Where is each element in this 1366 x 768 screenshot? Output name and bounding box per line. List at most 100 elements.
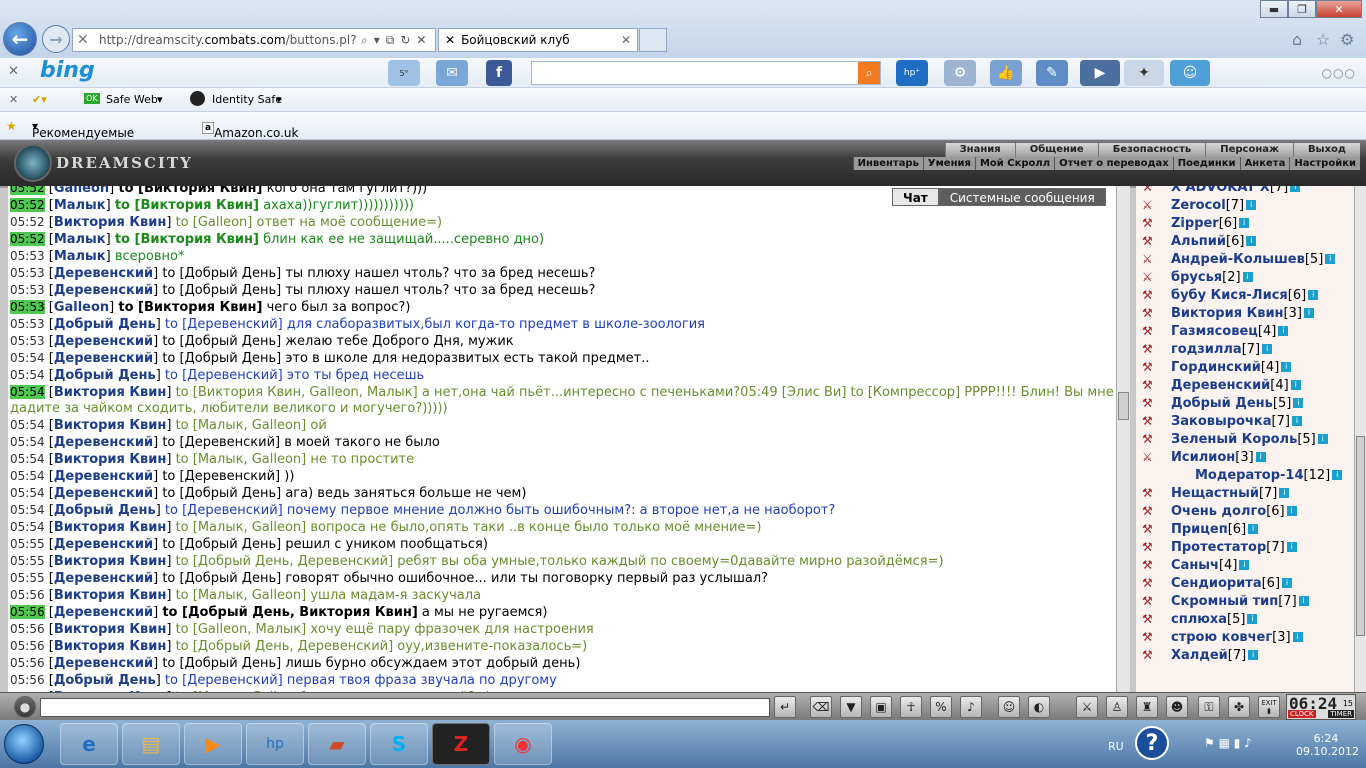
message-recipient[interactable]: to [Galleon, Малык] bbox=[176, 622, 307, 637]
user-name[interactable]: Андрей-Колышев bbox=[1171, 252, 1305, 267]
user-info-icon[interactable]: i bbox=[1308, 290, 1319, 300]
forward-button[interactable]: → bbox=[42, 25, 70, 53]
user-info-icon[interactable]: i bbox=[1291, 416, 1302, 426]
menu-knowledge[interactable]: Знания bbox=[944, 143, 1015, 157]
message-timestamp[interactable]: 05:56 bbox=[10, 673, 45, 687]
user-name[interactable]: Гординский bbox=[1171, 360, 1261, 375]
filter-icon[interactable]: ▼ bbox=[840, 696, 862, 718]
user-info-icon[interactable]: i bbox=[1282, 578, 1293, 588]
identity-safe-menu[interactable]: Identity Safe bbox=[212, 93, 282, 106]
user-name[interactable]: годзилла bbox=[1171, 342, 1242, 357]
user-name[interactable]: Халдей bbox=[1171, 648, 1228, 663]
menu-skills[interactable]: Умения bbox=[922, 157, 975, 170]
user-info-icon[interactable]: i bbox=[1279, 488, 1290, 498]
user-name[interactable]: Исилион bbox=[1171, 450, 1235, 465]
message-author[interactable]: Виктория Квин bbox=[54, 452, 167, 467]
message-author[interactable]: Деревенский bbox=[54, 605, 153, 620]
message-timestamp[interactable]: 05:54 bbox=[10, 503, 45, 517]
tray-icons[interactable]: ⚑ ▦ ▮ ♪ bbox=[1204, 736, 1252, 750]
message-timestamp[interactable]: 05:56 bbox=[10, 622, 45, 636]
clock-label[interactable]: CLOCK bbox=[1288, 710, 1316, 718]
message-recipient[interactable]: to [Добрый День] bbox=[162, 283, 281, 298]
message-author[interactable]: Виктория Квин bbox=[54, 554, 167, 569]
message-author[interactable]: Малык bbox=[54, 232, 106, 247]
message-author[interactable]: Малык bbox=[54, 198, 106, 213]
chat-icon[interactable]: ✎ bbox=[1036, 60, 1068, 86]
favorites-star-icon[interactable]: ★ bbox=[6, 119, 17, 133]
message-timestamp[interactable]: 05:54 bbox=[10, 351, 45, 365]
group-icon[interactable]: ✤ bbox=[1228, 696, 1250, 718]
message-timestamp[interactable]: 05:56 bbox=[10, 588, 45, 602]
hp-icon[interactable]: hp⁺ bbox=[896, 60, 928, 86]
message-timestamp[interactable]: 05:53 bbox=[10, 249, 45, 263]
message-timestamp[interactable]: 05:54 bbox=[10, 418, 45, 432]
message-recipient[interactable]: to [Деревенский] bbox=[162, 435, 280, 450]
amazon-link[interactable]: a Amazon.co.uk – Online S... bbox=[202, 119, 299, 154]
message-timestamp[interactable]: 05:53 bbox=[10, 300, 45, 314]
user-name[interactable]: Протестатор bbox=[1171, 540, 1266, 555]
hp-taskbar-icon[interactable]: hp bbox=[246, 723, 304, 765]
user-info-icon[interactable]: i bbox=[1242, 272, 1253, 282]
games-icon[interactable]: ⚙ bbox=[944, 60, 976, 86]
menu-profile[interactable]: Анкета bbox=[1239, 157, 1290, 170]
user-name[interactable]: Заковырочка bbox=[1171, 414, 1272, 429]
send-icon[interactable]: ↵ bbox=[774, 696, 796, 718]
user-info-icon[interactable]: i bbox=[1290, 380, 1301, 390]
ie-taskbar-icon[interactable]: e bbox=[60, 723, 118, 765]
gear-icon[interactable]: ⚙ bbox=[1340, 30, 1354, 49]
message-recipient[interactable]: to [Добрый День] bbox=[162, 571, 281, 586]
message-recipient[interactable]: to [Малык, Galleon] bbox=[176, 418, 307, 433]
message-author[interactable]: Деревенский bbox=[54, 435, 153, 450]
close-tab-icon[interactable]: ✕ bbox=[621, 33, 631, 47]
user-info-icon[interactable]: i bbox=[1286, 506, 1297, 516]
start-button[interactable] bbox=[4, 724, 44, 764]
browser-tab[interactable]: ✕ Бойцовский клуб ✕ bbox=[438, 28, 638, 52]
favorites-icon[interactable]: ☆ bbox=[1316, 30, 1330, 49]
message-author[interactable]: Деревенский bbox=[54, 537, 153, 552]
menu-exit[interactable]: Выход bbox=[1292, 143, 1360, 157]
message-recipient[interactable]: to [Добрый День] bbox=[162, 266, 281, 281]
tab-system-messages[interactable]: Системные сообщения bbox=[938, 188, 1106, 206]
close-window-button[interactable]: ✕ bbox=[1316, 0, 1362, 18]
exit-icon[interactable]: EXIT ▮ bbox=[1258, 696, 1280, 718]
message-recipient[interactable]: to [Добрый День, Деревенский] bbox=[176, 554, 394, 569]
message-author[interactable]: Деревенский bbox=[54, 266, 153, 281]
message-timestamp[interactable]: 05:53 bbox=[10, 317, 45, 331]
message-recipient[interactable]: to [Деревенский] bbox=[165, 317, 283, 332]
language-indicator[interactable]: RU bbox=[1108, 740, 1124, 753]
minimize-button[interactable]: ▬ bbox=[1260, 0, 1288, 18]
menu-inventory[interactable]: Инвентарь bbox=[852, 157, 923, 170]
norton-icon[interactable]: ✔▾ bbox=[32, 93, 47, 106]
user-info-icon[interactable]: i bbox=[1332, 470, 1343, 480]
message-author[interactable]: Galleon bbox=[54, 300, 109, 315]
message-timestamp[interactable]: 05:54 bbox=[10, 486, 45, 500]
skype-taskbar-icon[interactable]: S bbox=[370, 723, 428, 765]
user-info-icon[interactable]: i bbox=[1298, 596, 1309, 606]
message-timestamp[interactable]: 05:52 bbox=[10, 232, 45, 246]
message-timestamp[interactable]: 05:54 bbox=[10, 368, 45, 382]
user-name[interactable]: Zerocol bbox=[1171, 198, 1226, 213]
message-timestamp[interactable]: 05:52 bbox=[10, 186, 45, 195]
close-toolbar-icon[interactable]: ✕ bbox=[8, 64, 19, 79]
stop-icon[interactable]: ✕ bbox=[416, 33, 426, 48]
message-author[interactable]: Деревенский bbox=[54, 351, 153, 366]
message-author[interactable]: Добрый День bbox=[54, 368, 156, 383]
user-name[interactable]: брусья bbox=[1171, 270, 1222, 285]
safe-web-menu[interactable]: Safe Web bbox=[106, 93, 158, 106]
message-author[interactable]: Малык bbox=[54, 249, 106, 264]
user-name[interactable]: Деревенский bbox=[1171, 378, 1270, 393]
message-recipient[interactable]: to [Виктория Квин] bbox=[118, 186, 262, 196]
message-author[interactable]: Galleon bbox=[54, 186, 109, 196]
menu-settings[interactable]: Настройки bbox=[1289, 157, 1360, 170]
like-icon[interactable]: 👍 bbox=[990, 60, 1022, 86]
user-name[interactable]: Добрый День bbox=[1171, 396, 1273, 411]
message-recipient[interactable]: to [Добрый День] bbox=[162, 537, 281, 552]
user-info-icon[interactable]: i bbox=[1255, 452, 1266, 462]
user-name[interactable]: Альпий bbox=[1171, 234, 1226, 249]
message-timestamp[interactable]: 05:56 bbox=[10, 656, 45, 670]
user-name[interactable]: Прицеп bbox=[1171, 522, 1228, 537]
user-info-icon[interactable]: i bbox=[1303, 308, 1314, 318]
user-info-icon[interactable]: i bbox=[1239, 218, 1250, 228]
user-info-icon[interactable]: i bbox=[1293, 398, 1304, 408]
user-info-icon[interactable]: i bbox=[1246, 200, 1257, 210]
